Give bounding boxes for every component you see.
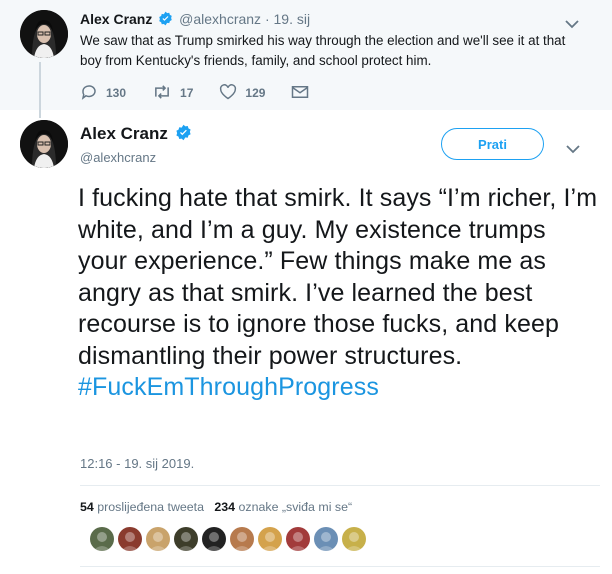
retweet-count: 17 — [180, 86, 194, 100]
liker-avatar[interactable] — [230, 527, 254, 551]
author-handle[interactable]: @alexhcranz — [179, 11, 261, 27]
retweet-button[interactable]: 17 — [152, 84, 193, 103]
like-stat[interactable]: 234 oznake „sviđa mi se“ — [214, 500, 352, 514]
reply-button[interactable]: 130 — [80, 83, 126, 104]
liker-avatar[interactable] — [314, 527, 338, 551]
direct-message-button[interactable] — [291, 85, 317, 102]
follow-button[interactable]: Prati — [441, 128, 544, 160]
parent-tweet-text: We saw that as Trump smirked his way thr… — [80, 33, 566, 68]
reply-count: 130 — [106, 86, 127, 100]
liker-avatar[interactable] — [146, 527, 170, 551]
caret-down-icon[interactable] — [565, 16, 579, 29]
avatar[interactable] — [20, 120, 68, 168]
divider — [80, 485, 600, 486]
divider — [80, 566, 600, 567]
like-icon — [219, 83, 245, 103]
like-button[interactable]: 129 — [219, 83, 266, 103]
author-name[interactable]: Alex Cranz — [80, 124, 194, 146]
caret-down-icon[interactable] — [566, 141, 580, 154]
avatar[interactable] — [20, 10, 68, 58]
tweet-actions: 130 17 129 — [80, 83, 343, 104]
author-handle[interactable]: @alexhcranz — [80, 150, 156, 165]
liker-avatar[interactable] — [286, 527, 310, 551]
like-stat-label: oznake „sviđa mi se“ — [238, 500, 353, 514]
liker-avatar[interactable] — [118, 527, 142, 551]
retweet-stat[interactable]: 54 proslijeđena tweeta — [80, 500, 204, 514]
liker-avatar[interactable] — [90, 527, 114, 551]
reply-icon — [80, 83, 106, 104]
verified-badge-icon — [175, 124, 192, 146]
liker-avatar[interactable] — [258, 527, 282, 551]
thread-connector — [39, 62, 41, 118]
like-count: 129 — [245, 86, 266, 100]
liker-avatar[interactable] — [342, 527, 366, 551]
author-name[interactable]: Alex Cranz — [80, 11, 152, 27]
parent-tweet[interactable]: Alex Cranz @alexhcranz · 19. sij We saw … — [0, 0, 612, 110]
direct-message-icon — [291, 85, 317, 102]
like-stat-count: 234 — [214, 500, 236, 514]
tweet-text: I fucking hate that smirk. It says “I’m … — [78, 183, 598, 404]
retweet-stat-count: 54 — [80, 500, 94, 514]
hashtag-link[interactable]: #FuckEmThroughProgress — [78, 373, 379, 401]
separator: · — [264, 11, 270, 27]
avatar-image — [20, 120, 68, 168]
author-name-text: Alex Cranz — [80, 124, 168, 143]
parent-tweet-header: Alex Cranz @alexhcranz · 19. sij — [80, 11, 310, 29]
liker-avatars — [90, 527, 370, 551]
retweet-icon — [152, 84, 180, 103]
liker-avatar[interactable] — [174, 527, 198, 551]
verified-badge-icon — [158, 11, 173, 29]
tweet-timestamp[interactable]: 12:16 - 19. sij 2019. — [80, 456, 194, 471]
avatar-image — [20, 10, 68, 58]
tweet-body: I fucking hate that smirk. It says “I’m … — [78, 184, 598, 370]
liker-avatar[interactable] — [202, 527, 226, 551]
tweet-stats: 54 proslijeđena tweeta 234 oznake „sviđa… — [80, 500, 352, 514]
retweet-stat-label: proslijeđena tweeta — [97, 500, 205, 514]
tweet-date[interactable]: 19. sij — [274, 11, 311, 27]
